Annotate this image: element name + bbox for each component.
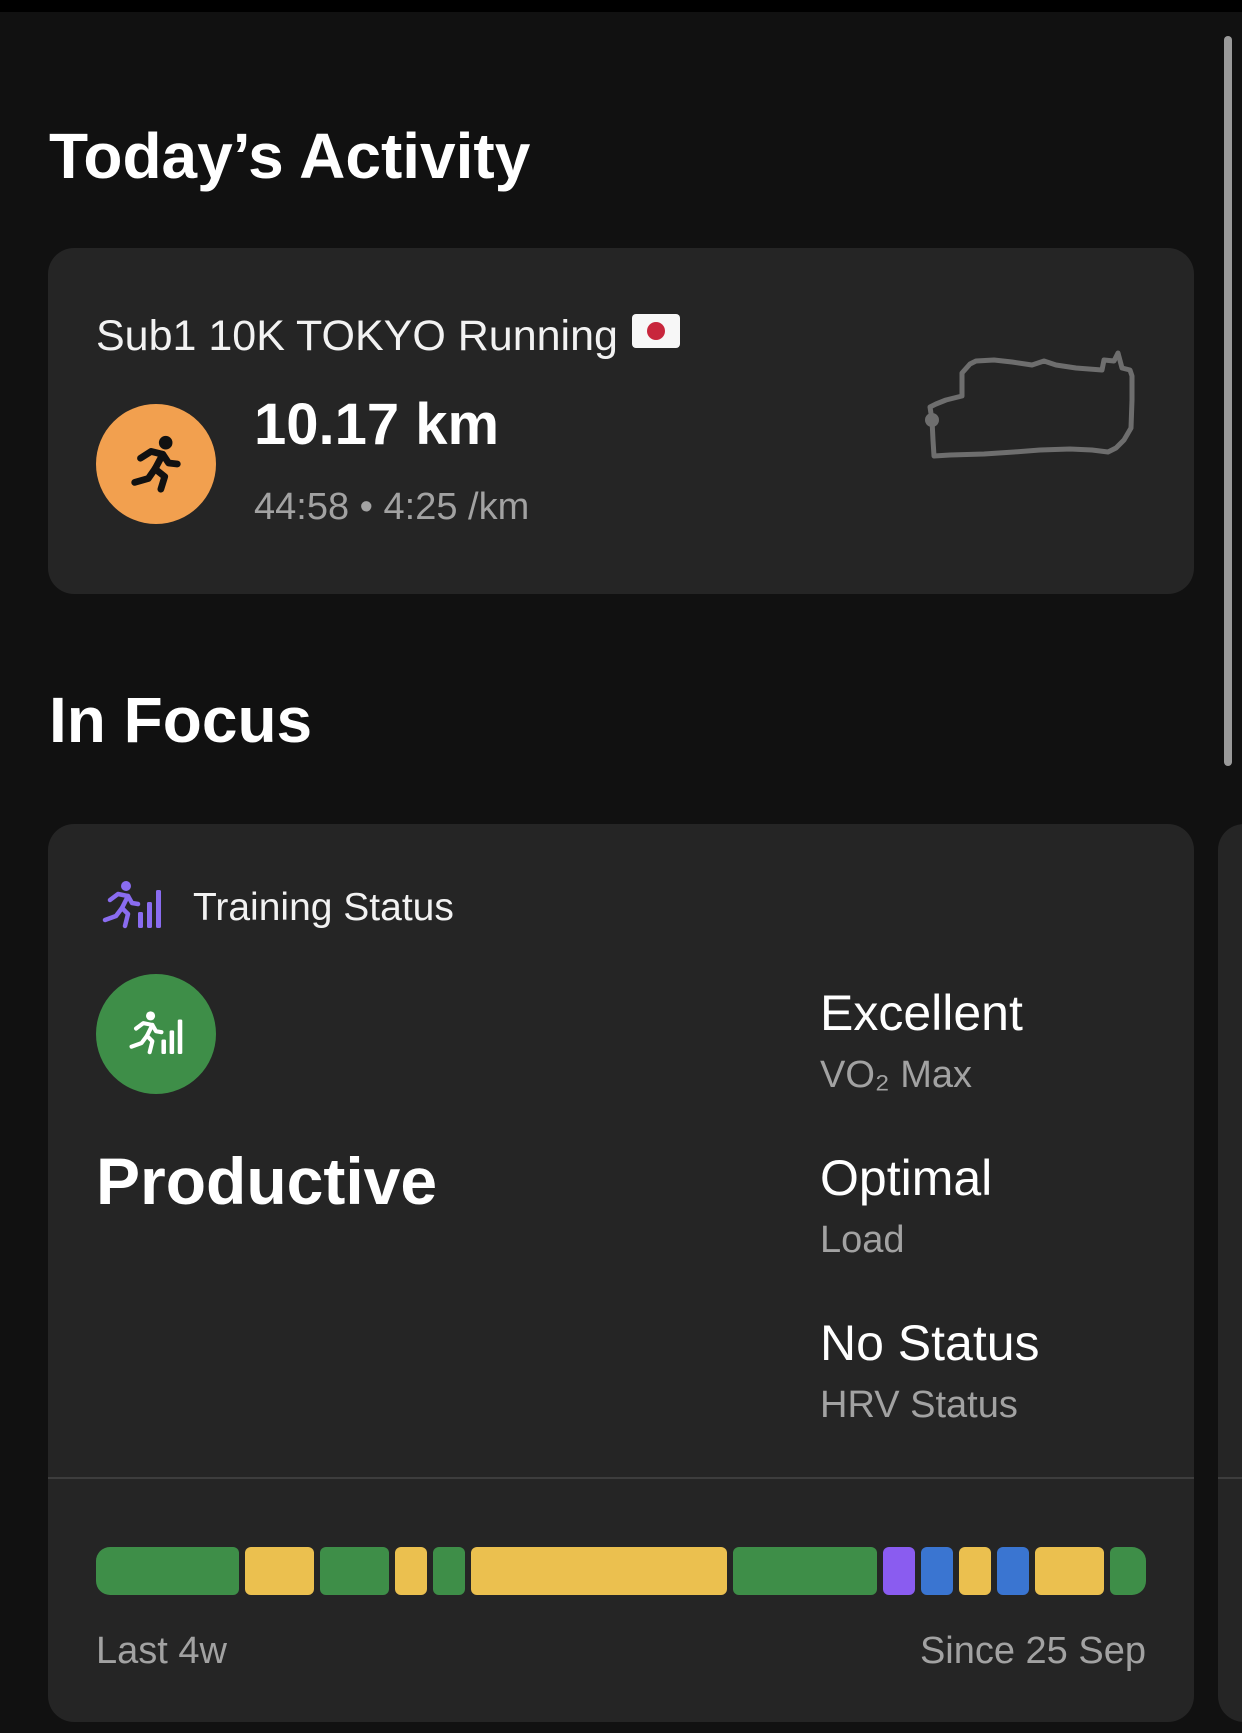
hrv-status-value: No Status: [820, 1315, 1040, 1371]
history-segment-productive: [1109, 1547, 1147, 1595]
card-divider: [1218, 1477, 1242, 1479]
history-segment-maintaining: [471, 1547, 728, 1595]
training-status-icon: [102, 881, 161, 929]
history-segment-maintaining: [1034, 1547, 1104, 1595]
history-segment-recovery: [920, 1547, 953, 1595]
history-segment-maintaining: [958, 1547, 991, 1595]
history-range-start: Last 4w: [96, 1630, 227, 1672]
next-focus-card-peek[interactable]: [1218, 824, 1242, 1722]
training-status-card[interactable]: Training Status Productive Excellent VO₂…: [48, 824, 1194, 1722]
load-metric: Optimal Load: [820, 1153, 992, 1259]
activity-title: Sub1 10K TOKYO Running: [96, 314, 680, 358]
history-range-end: Since 25 Sep: [919, 1630, 1146, 1672]
training-status-value: Productive: [96, 1144, 438, 1218]
productive-status-icon: [129, 1011, 183, 1055]
history-segment-maintaining: [244, 1547, 315, 1595]
todays-activity-heading: Today’s Activity: [49, 120, 531, 192]
history-segment-productive: [96, 1547, 239, 1595]
vo2max-value: Excellent: [820, 985, 1023, 1041]
activity-distance: 10.17 km: [254, 392, 500, 457]
vertical-scrollbar[interactable]: [1224, 36, 1232, 766]
route-map-icon: [925, 350, 1135, 459]
vo2max-metric: Excellent VO₂ Max: [820, 988, 1023, 1094]
japan-flag-icon: [631, 314, 680, 348]
vo2max-label: VO₂ Max: [820, 1054, 972, 1096]
activity-card[interactable]: Sub1 10K TOKYO Running 10.17 km 44:58 • …: [48, 248, 1194, 594]
app-screen: Today’s Activity Sub1 10K TOKYO Running …: [0, 12, 1242, 1733]
history-segment-productive: [320, 1547, 390, 1595]
activity-type-badge: [96, 404, 216, 524]
load-label: Load: [820, 1219, 905, 1261]
history-segment-productive: [433, 1547, 466, 1595]
running-person-icon: [131, 435, 181, 493]
hrv-status-label: HRV Status: [820, 1384, 1018, 1426]
hrv-status-metric: No Status HRV Status: [820, 1318, 1040, 1424]
activity-duration-pace: 44:58 • 4:25 /km: [254, 486, 530, 528]
training-status-history-bar: [96, 1547, 1147, 1595]
history-segment-recovery: [996, 1547, 1029, 1595]
activity-title-text: Sub1 10K TOKYO Running: [96, 312, 618, 360]
load-value: Optimal: [820, 1150, 993, 1206]
training-status-badge: [96, 974, 216, 1094]
training-status-header: Training Status: [193, 886, 454, 929]
in-focus-heading: In Focus: [49, 684, 313, 756]
history-segment-peaking: [883, 1547, 915, 1595]
history-segment-maintaining: [395, 1547, 428, 1595]
card-divider: [48, 1477, 1194, 1479]
history-segment-productive: [733, 1547, 878, 1595]
